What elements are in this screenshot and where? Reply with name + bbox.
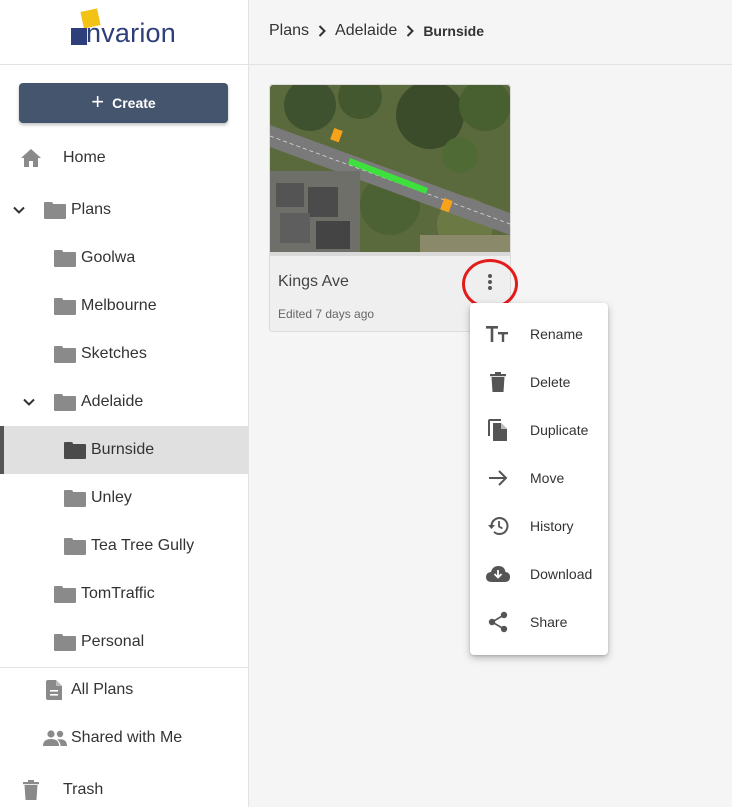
arrow-right-icon [486,466,510,490]
sidebar-item-label: Shared with Me [71,729,183,746]
sidebar-item-label: Adelaide [81,393,144,410]
plan-card[interactable]: Kings Ave Edited 7 days ago [269,84,518,332]
sidebar-item-shared-with-me[interactable]: Shared with Me [0,714,248,762]
sidebar-item-label: Goolwa [81,249,136,266]
chevron-right-icon [317,25,327,37]
breadcrumb-item-plans[interactable]: Plans [269,22,309,40]
folder-icon [64,490,86,507]
sidebar-item-tea-tree-gully[interactable]: Tea Tree Gully [0,522,248,570]
sidebar-item-label: Tea Tree Gully [91,537,195,554]
menu-item-download[interactable]: Download [470,550,608,598]
sidebar: nvarion + Create Home Plans Goolwa Melbo… [0,0,249,807]
sidebar-item-label: Burnside [91,441,155,458]
sidebar-item-label: All Plans [71,681,134,698]
sidebar-item-melbourne[interactable]: Melbourne [0,282,248,330]
folder-icon [44,202,66,219]
menu-item-share[interactable]: Share [470,598,608,646]
sidebar-item-label: Sketches [81,345,147,362]
menu-item-label: Share [530,614,568,630]
chevron-down-icon[interactable] [22,395,36,409]
menu-item-label: Duplicate [530,422,589,438]
plus-icon: + [91,89,105,114]
context-menu: Rename Delete Duplicate Move History Dow… [470,303,608,655]
sidebar-item-burnside[interactable]: Burnside [0,426,248,474]
more-vert-icon [487,273,493,296]
menu-item-move[interactable]: Move [470,454,608,502]
sidebar-item-home[interactable]: Home [0,134,248,182]
logo-navy-square [71,28,87,45]
document-icon [46,680,62,705]
folder-icon [54,634,76,651]
breadcrumb-item-burnside: Burnside [423,23,484,39]
sidebar-item-label: Unley [91,489,132,506]
chevron-down-icon[interactable] [12,203,26,217]
plan-thumbnail[interactable] [270,85,510,256]
folder-icon [54,298,76,315]
folder-icon [54,346,76,363]
plan-card-edited: Edited 7 days ago [278,307,375,321]
menu-item-label: Delete [530,374,571,390]
sidebar-item-label: Home [63,149,106,166]
sidebar-item-unley[interactable]: Unley [0,474,248,522]
sidebar-item-sketches[interactable]: Sketches [0,330,248,378]
plan-card-title[interactable]: Kings Ave [278,273,349,291]
trash-icon [486,370,510,394]
folder-icon [54,394,76,411]
folder-icon [64,538,86,555]
app-logo[interactable]: nvarion [0,0,248,65]
menu-item-history[interactable]: History [470,502,608,550]
menu-item-label: Rename [530,326,583,342]
people-icon [43,730,67,751]
sidebar-item-label: Melbourne [81,297,157,314]
text-format-icon [486,322,510,346]
menu-item-rename[interactable]: Rename [470,310,608,358]
breadcrumb: Plans Adelaide Burnside [269,22,484,40]
sidebar-item-label: Plans [71,201,112,218]
sidebar-item-label: Trash [63,781,104,798]
chevron-right-icon [405,25,415,37]
menu-item-duplicate[interactable]: Duplicate [470,406,608,454]
breadcrumb-item-adelaide[interactable]: Adelaide [335,22,397,40]
sidebar-item-goolwa[interactable]: Goolwa [0,234,248,282]
history-icon [486,514,510,538]
sidebar-item-label: TomTraffic [81,585,155,602]
create-button[interactable]: + Create [19,83,228,123]
duplicate-icon [486,418,510,442]
menu-item-label: Move [530,470,565,486]
menu-item-delete[interactable]: Delete [470,358,608,406]
sidebar-item-trash[interactable]: Trash [0,766,248,807]
sidebar-item-tomtraffic[interactable]: TomTraffic [0,570,248,618]
folder-icon [54,250,76,267]
sidebar-item-personal[interactable]: Personal [0,618,248,666]
folder-icon [64,442,86,459]
sidebar-item-plans[interactable]: Plans [0,186,248,234]
menu-item-label: History [530,518,574,534]
page-header: Plans Adelaide Burnside [249,0,732,65]
folder-icon [54,586,76,603]
home-icon [20,148,42,173]
sidebar-item-adelaide[interactable]: Adelaide [0,378,248,426]
sidebar-item-all-plans[interactable]: All Plans [0,666,248,714]
trash-icon [23,780,39,805]
logo-wordmark: nvarion [86,18,176,48]
sidebar-item-label: Personal [81,633,145,650]
cloud-download-icon [486,562,510,586]
create-button-label: Create [112,95,156,111]
menu-item-label: Download [530,566,593,582]
share-icon [486,610,510,634]
more-options-button[interactable] [462,259,518,309]
